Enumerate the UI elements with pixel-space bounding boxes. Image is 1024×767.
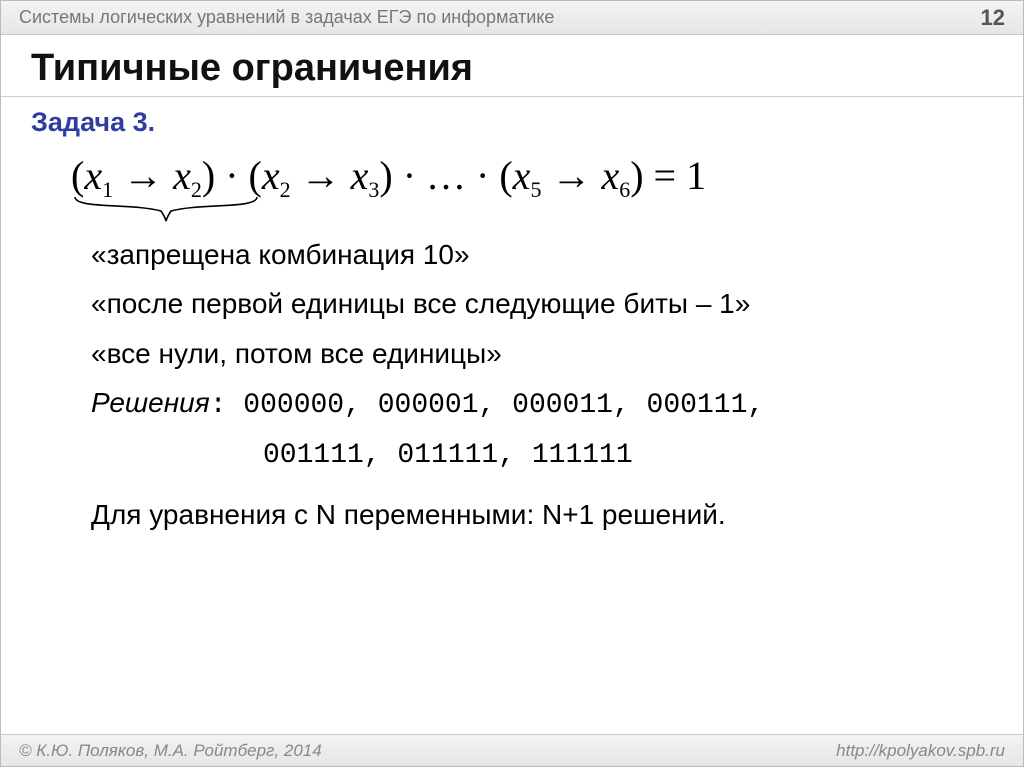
note-2: «после первой единицы все следующие биты… — [91, 282, 993, 325]
sub-4: 3 — [368, 177, 379, 202]
sub-3: 2 — [280, 177, 291, 202]
sub-5: 5 — [530, 177, 541, 202]
header-bar: Системы логических уравнений в задачах Е… — [1, 1, 1023, 35]
footer-bar: © К.Ю. Поляков, М.А. Ройтберг, 2014 http… — [1, 734, 1023, 766]
under-brace — [71, 201, 1023, 227]
sub-6: 6 — [619, 177, 630, 202]
problem-label: Задача 3. — [1, 97, 1023, 148]
equation: (x1 → x2) · (x2 → x3) · … · (x5 → x6) = … — [71, 152, 953, 199]
solutions-line-1: Решения: 000000, 000001, 000011, 000111, — [91, 381, 993, 427]
solutions-label: Решения — [91, 387, 210, 418]
solutions-values-2: 001111, 011111, 111111 — [91, 434, 993, 477]
body-text: «запрещена комбинация 10» «после первой … — [1, 227, 1023, 536]
slide: Системы логических уравнений в задачах Е… — [0, 0, 1024, 767]
general-rule: Для уравнения с N переменными: N+1 решен… — [91, 493, 993, 536]
equation-block: (x1 → x2) · (x2 → x3) · … · (x5 → x6) = … — [1, 148, 1023, 201]
footer-copyright: © К.Ю. Поляков, М.А. Ройтберг, 2014 — [19, 741, 322, 761]
page-number: 12 — [981, 5, 1005, 31]
note-1: «запрещена комбинация 10» — [91, 233, 993, 276]
page-title: Типичные ограничения — [1, 35, 1023, 97]
solutions-values-1: : 000000, 000001, 000011, 000111, — [210, 390, 765, 421]
note-3: «все нули, потом все единицы» — [91, 332, 993, 375]
footer-url: http://kpolyakov.spb.ru — [836, 741, 1005, 761]
brace-icon — [71, 195, 261, 223]
header-title: Системы логических уравнений в задачах Е… — [19, 7, 554, 28]
